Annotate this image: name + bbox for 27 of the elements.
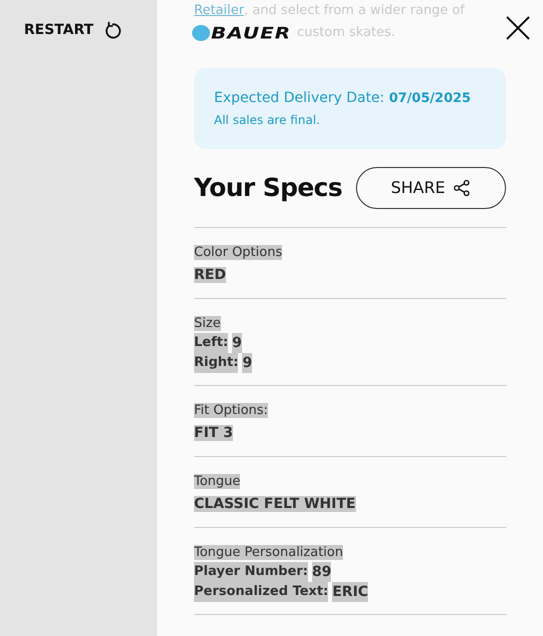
spec-label: Size <box>194 316 221 331</box>
spec-value: 9 <box>232 333 242 353</box>
delivery-note: All sales are final. <box>214 112 321 129</box>
restart-button[interactable]: RESTART <box>24 20 124 41</box>
close-button[interactable] <box>506 16 530 40</box>
spec-value: ERIC <box>332 582 368 602</box>
spec-label: Color Options <box>194 245 282 260</box>
close-icon <box>506 16 530 40</box>
logo-text: BAUER <box>211 25 292 41</box>
spec-label: Tongue Personalization <box>194 545 344 560</box>
spec-value: 9 <box>242 353 252 373</box>
spec-value: RED <box>194 267 226 283</box>
spec-key: Player Number: <box>194 562 308 582</box>
restart-icon <box>103 20 124 40</box>
share-button[interactable]: SHARE <box>356 167 506 209</box>
spec-label: Fit Options: <box>194 403 268 418</box>
spec-value: 89 <box>312 562 332 582</box>
spec-key: Left: <box>194 333 228 353</box>
spec-value: CLASSIC FELT WHITE <box>194 496 356 512</box>
spec-value: FIT 3 <box>194 425 233 441</box>
specs-title: Your Specs <box>194 172 342 204</box>
spec-label: Tongue <box>194 474 240 489</box>
delivery-date: Expected Delivery Date: 07/05/2025 <box>214 89 472 108</box>
spec-key: Right: <box>194 353 238 373</box>
share-icon <box>453 179 472 197</box>
spec-key: Personalized Text: <box>194 582 328 602</box>
logo-icon <box>191 24 211 42</box>
